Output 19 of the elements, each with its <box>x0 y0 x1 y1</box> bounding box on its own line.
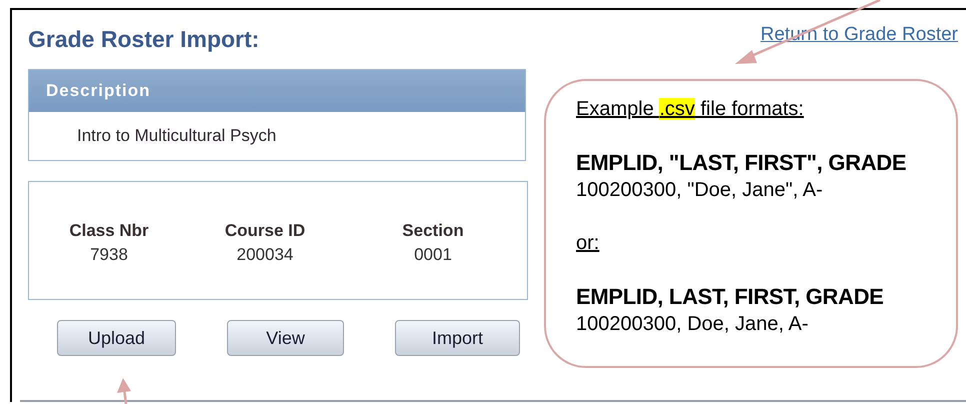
format-sample: 100200300, Doe, Jane, A- <box>576 312 810 337</box>
example-heading: Example .csv file formats: <box>576 97 805 122</box>
panel-header: Description <box>29 70 525 112</box>
format-header: EMPLID, LAST, FIRST, GRADE <box>576 283 885 311</box>
action-button[interactable]: Upload <box>57 320 176 356</box>
field-value: 0001 <box>414 244 452 266</box>
course-description: Intro to Multicultural Psych <box>76 125 278 148</box>
field-value: 7938 <box>90 244 128 266</box>
page-title: Grade Roster Import: <box>28 25 260 54</box>
field-label: Class Nbr <box>69 220 149 242</box>
field-label: Course ID <box>224 220 306 242</box>
action-button[interactable]: View <box>227 320 344 356</box>
annotation-arrow <box>117 378 131 404</box>
or-separator: or: <box>576 231 600 256</box>
field-value: 200034 <box>236 244 294 266</box>
field-label: Section <box>402 220 464 242</box>
action-button[interactable]: Import <box>395 320 520 356</box>
format-sample: 100200300, "Doe, Jane", A- <box>576 178 824 203</box>
format-header: EMPLID, "LAST, FIRST", GRADE <box>576 149 908 177</box>
